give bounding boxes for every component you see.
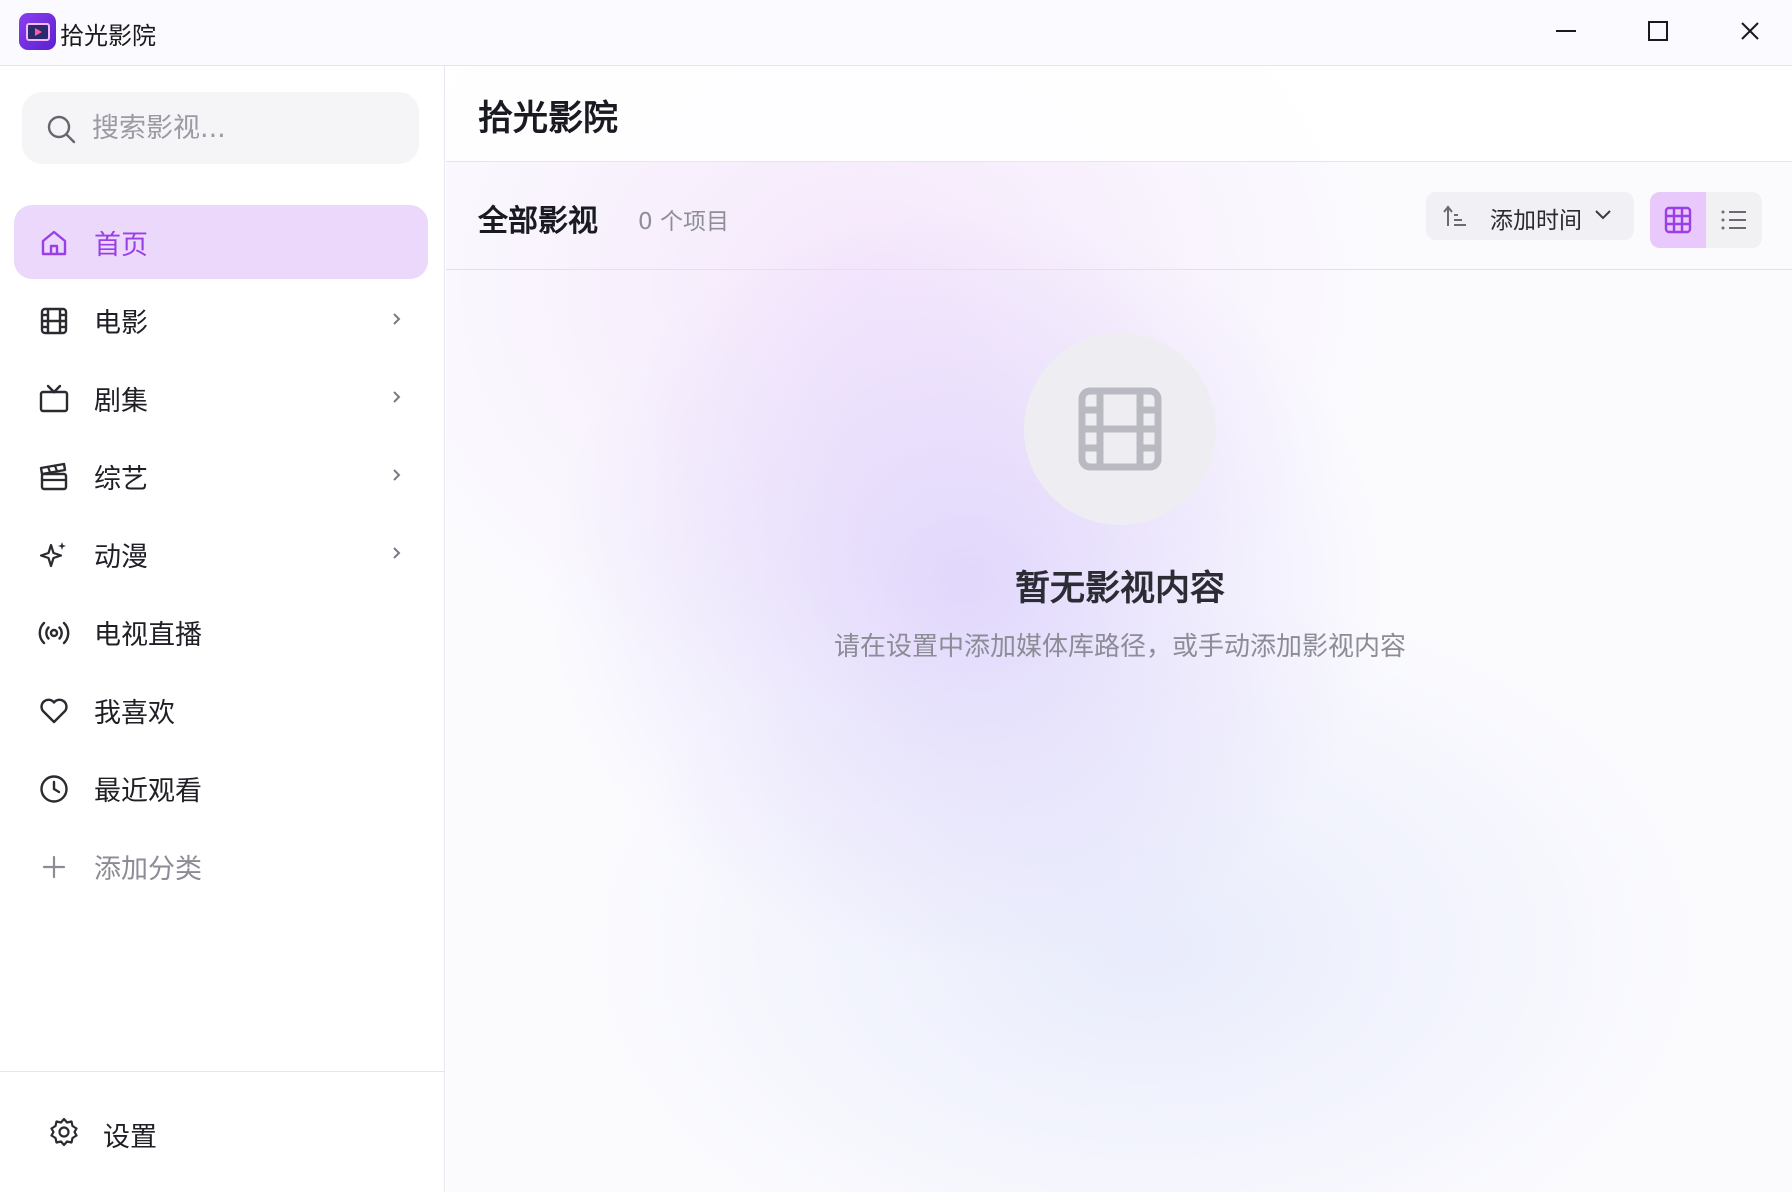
sidebar-item-label: 电影 [94, 308, 148, 339]
empty-state-description: 请在设置中添加媒体库路径，或手动添加影视内容 [833, 632, 1406, 662]
sidebar-item-label: 动漫 [94, 542, 148, 573]
sidebar: 首页 电影 剧集 [0, 66, 445, 1192]
app-title: 拾光影院 [60, 22, 156, 50]
plus-icon [42, 855, 66, 879]
heart-icon [40, 698, 68, 724]
minimize-button[interactable] [1520, 0, 1612, 62]
close-button[interactable] [1704, 0, 1792, 62]
broadcast-icon [38, 621, 70, 645]
sidebar-item-label: 电视直播 [94, 620, 202, 651]
film-icon [1078, 387, 1162, 471]
maximize-icon [1648, 21, 1668, 41]
sort-ascending-icon [1443, 205, 1466, 226]
chevron-right-icon [393, 313, 401, 325]
minimize-icon [1556, 30, 1576, 32]
sidebar-item-recent[interactable]: 最近观看 [14, 751, 428, 825]
clock-icon [40, 775, 68, 803]
list-view-button[interactable] [1706, 192, 1762, 248]
sidebar-item-label: 添加分类 [94, 854, 202, 885]
sparkle-icon [39, 542, 66, 568]
sidebar-item-favorites[interactable]: 我喜欢 [14, 673, 428, 747]
sidebar-item-movies[interactable]: 电影 [14, 283, 428, 357]
gear-icon [50, 1117, 78, 1147]
item-count: 0 个项目 [638, 209, 729, 235]
content-toolbar: 全部影视 0 个项目 添加时间 [446, 162, 1792, 270]
chevron-down-icon [1595, 210, 1611, 220]
page-header: 拾光影院 [446, 66, 1792, 162]
empty-state-title: 暂无影视内容 [1014, 569, 1225, 609]
close-icon [1741, 22, 1759, 40]
chevron-right-icon [393, 469, 401, 481]
sort-label: 添加时间 [1490, 208, 1582, 234]
sidebar-item-series[interactable]: 剧集 [14, 361, 428, 435]
clapperboard-icon [39, 462, 68, 491]
search-input[interactable] [92, 104, 402, 152]
sidebar-item-label: 最近观看 [94, 776, 202, 807]
title-bar: 拾光影院 [0, 0, 1792, 66]
sidebar-item-variety[interactable]: 综艺 [14, 439, 428, 513]
empty-state-illustration [1024, 333, 1216, 525]
sidebar-item-anime[interactable]: 动漫 [14, 517, 428, 591]
sidebar-item-label: 综艺 [94, 464, 148, 495]
settings-label: 设置 [103, 1122, 157, 1153]
sidebar-item-label: 剧集 [94, 386, 148, 417]
add-category-button[interactable]: 添加分类 [14, 829, 428, 903]
sort-dropdown[interactable]: 添加时间 [1426, 192, 1634, 240]
maximize-button[interactable] [1612, 0, 1704, 62]
chevron-right-icon [393, 391, 401, 403]
app-logo-icon [19, 13, 56, 50]
view-mode-toggle [1650, 192, 1762, 248]
app-window: 拾光影院 首页 [0, 0, 1792, 1192]
sidebar-item-home[interactable]: 首页 [14, 205, 428, 279]
sidebar-item-label: 首页 [94, 230, 148, 261]
film-icon [40, 307, 68, 335]
sidebar-item-live-tv[interactable]: 电视直播 [14, 595, 428, 669]
sidebar-divider [0, 1071, 445, 1072]
settings-button[interactable]: 设置 [30, 1106, 330, 1162]
list-icon [1721, 210, 1746, 230]
search-icon [47, 115, 76, 144]
search-box[interactable] [22, 92, 419, 164]
grid-view-button[interactable] [1650, 192, 1706, 248]
section-title: 全部影视 [478, 204, 598, 239]
home-icon [41, 230, 67, 256]
tv-icon [39, 384, 69, 413]
chevron-right-icon [393, 547, 401, 559]
grid-icon [1664, 206, 1692, 234]
sidebar-item-label: 我喜欢 [94, 698, 175, 729]
page-title: 拾光影院 [478, 99, 619, 139]
main-content: 拾光影院 全部影视 0 个项目 添加时间 暂无影视内容 请在设置中添加媒体库路径… [446, 66, 1792, 1192]
